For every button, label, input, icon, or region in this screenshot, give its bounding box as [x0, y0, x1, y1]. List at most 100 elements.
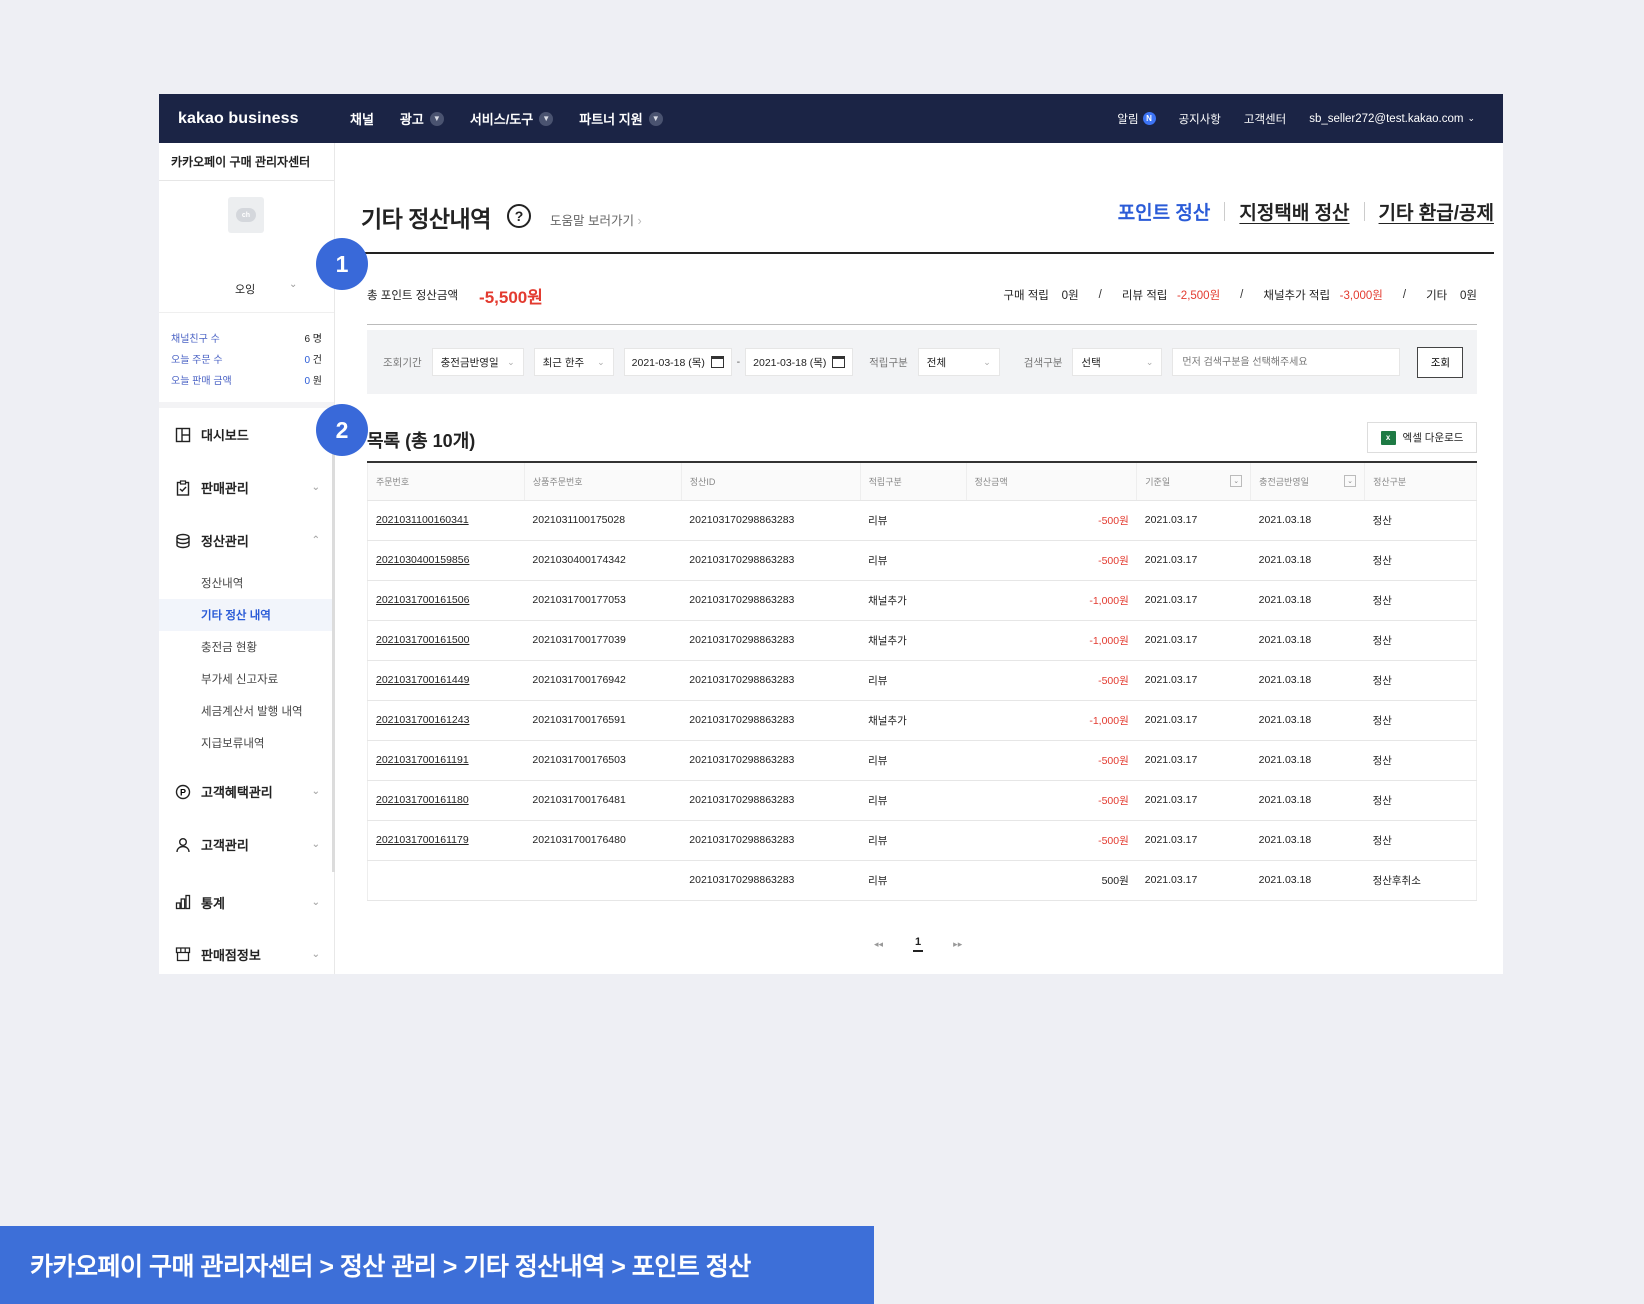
- stat-unit: 건: [312, 355, 322, 366]
- prev-page-icon[interactable]: ◂◂: [874, 939, 883, 950]
- nav-partner-support[interactable]: 파트너 지원 ▼: [579, 109, 663, 128]
- help-link[interactable]: 도움말 보러가기 ›: [550, 210, 642, 229]
- submenu-payment-hold[interactable]: 지급보류내역: [159, 727, 334, 759]
- sidebar-item-customer[interactable]: 고객관리 ⌄: [159, 818, 334, 871]
- table-row[interactable]: 2021031100160341 2021031100175028 20210317…: [367, 500, 1477, 541]
- table-row[interactable]: 2021031700161180 2021031700176481 20210317…: [367, 780, 1477, 821]
- date-value: 2021-03-18 (목): [753, 356, 827, 369]
- calendar-icon: [710, 356, 724, 368]
- period-range-select[interactable]: 최근 한주 ⌄: [533, 348, 614, 376]
- charge-date-cell: 2021.03.18: [1250, 780, 1365, 821]
- sidebar-item-label: 판매점정보: [201, 947, 261, 963]
- table-row[interactable]: 2021031700161500 2021031700177039 20210317…: [367, 620, 1477, 661]
- column-header: 정산금액: [966, 462, 1138, 501]
- notice-link[interactable]: 공지사항: [1179, 111, 1221, 127]
- sort-chevron-icon: ⌄: [1344, 475, 1357, 487]
- table-row[interactable]: 2021031700161506 2021031700177053 20210317…: [367, 580, 1477, 621]
- sidebar-scrollbar[interactable]: [332, 412, 335, 872]
- sidebar-item-stats[interactable]: 통계 ⌄: [159, 871, 334, 933]
- settlement-tabs: 포인트 정산 지정택배 정산 기타 환급/공제: [1118, 198, 1494, 225]
- account-menu[interactable]: sb_seller272@test.kakao.com ⌄: [1309, 113, 1475, 125]
- search-type-select[interactable]: 선택 ⌄: [1072, 348, 1163, 376]
- kakao-business-logo[interactable]: kakao business: [178, 110, 350, 128]
- table-row[interactable]: 2021030400159856 2021030400174342 20210317…: [367, 540, 1477, 581]
- tab-point-settlement[interactable]: 포인트 정산: [1118, 198, 1211, 225]
- type-select[interactable]: 전체 ⌄: [917, 348, 1000, 376]
- date-from-picker[interactable]: 2021-03-18 (목): [623, 348, 732, 376]
- submenu-settlement-history[interactable]: 정산내역: [159, 567, 334, 599]
- period-type-select[interactable]: 충전금반영일 ⌄: [431, 348, 524, 376]
- nav-services-tools[interactable]: 서비스/도구 ▼: [469, 109, 554, 128]
- sidebar-item-label: 고객관리: [201, 838, 249, 853]
- order-number-cell[interactable]: 2021031700161191: [367, 740, 525, 781]
- sidebar-item-label: 고객혜택관리: [201, 785, 273, 800]
- store-icon: [174, 945, 192, 963]
- next-page-icon[interactable]: ▸▸: [953, 939, 962, 950]
- order-number-cell[interactable]: 2021031700161506: [367, 580, 525, 621]
- settlement-type-cell: 정산: [1364, 500, 1477, 541]
- settlement-amount-cell: -1,000원: [966, 620, 1137, 661]
- product-order-number-cell: 2021031700177053: [524, 580, 682, 621]
- page-number[interactable]: 1: [913, 936, 924, 952]
- column-header: 정산구분: [1364, 462, 1477, 501]
- submenu-other-settlement[interactable]: 기타 정산 내역: [159, 599, 334, 631]
- settlement-amount-cell: -500원: [966, 740, 1137, 781]
- excel-icon: x: [1380, 430, 1396, 445]
- submenu-tax-invoice[interactable]: 세금계산서 발행 내역: [159, 695, 334, 727]
- order-number-cell[interactable]: 2021031700161243: [367, 700, 525, 741]
- column-header-sortable[interactable]: 충전금반영일 ⌄: [1250, 462, 1366, 501]
- product-order-number-cell: 2021031700176591: [524, 700, 682, 741]
- summary-item-value: -2,500원: [1176, 290, 1221, 302]
- title-divider: [361, 252, 1494, 254]
- sidebar-item-benefit[interactable]: P 고객혜택관리 ⌄: [159, 765, 334, 818]
- chevron-down-icon: ▼: [429, 111, 444, 126]
- date-to-picker[interactable]: 2021-03-18 (목): [745, 348, 854, 376]
- settlement-type-cell: 정산후취소: [1364, 860, 1477, 901]
- nav-channel[interactable]: 채널: [350, 109, 374, 128]
- select-value: 선택: [1081, 356, 1101, 369]
- search-input[interactable]: [1172, 348, 1401, 376]
- sidebar-item-shop[interactable]: 판매점정보 ⌄: [159, 933, 334, 975]
- submenu-charge-status[interactable]: 충전금 현황: [159, 631, 334, 663]
- table-row[interactable]: 202103170298863283 리뷰 500원 2021.03.17 2021.0…: [367, 860, 1477, 901]
- order-number-cell[interactable]: 2021031700161449: [367, 660, 525, 701]
- tab-other-refund[interactable]: 기타 환급/공제: [1379, 198, 1494, 225]
- table-row[interactable]: 2021031700161449 2021031700176942 20210317…: [367, 660, 1477, 701]
- table-row[interactable]: 2021031700161179 2021031700176480 20210317…: [367, 820, 1477, 861]
- sidebar-item-sales[interactable]: 판매관리 ⌄: [159, 461, 334, 514]
- tab-delivery-settlement[interactable]: 지정택배 정산: [1239, 198, 1349, 225]
- settlement-id-cell: 202103170298863283: [681, 540, 861, 581]
- sidebar-item-dashboard[interactable]: 대시보드: [159, 408, 334, 461]
- order-number-cell[interactable]: 2021030400159856: [367, 540, 525, 581]
- nav-ads[interactable]: 광고 ▼: [400, 109, 444, 128]
- help-question-icon[interactable]: ?: [507, 204, 531, 228]
- support-link[interactable]: 고객센터: [1244, 111, 1286, 127]
- chevron-down-icon[interactable]: ⌄: [289, 279, 297, 290]
- base-date-cell: 2021.03.17: [1136, 820, 1251, 861]
- search-button[interactable]: 조회: [1417, 346, 1464, 378]
- order-number-cell[interactable]: 2021031700161180: [367, 780, 525, 821]
- alarm-link[interactable]: 알림 N: [1117, 111, 1156, 127]
- product-order-number-cell: [524, 860, 682, 901]
- base-date-cell: 2021.03.17: [1136, 660, 1251, 701]
- submenu-vat-report[interactable]: 부가세 신고자료: [159, 663, 334, 695]
- column-header: 적립구분: [860, 462, 967, 501]
- order-number-cell[interactable]: 2021031700161179: [367, 820, 525, 861]
- product-order-number-cell: 2021031700176503: [524, 740, 682, 781]
- settlement-amount-cell: -500원: [966, 500, 1137, 541]
- accrual-type-cell: 리뷰: [860, 780, 967, 821]
- column-label: 기준일: [1145, 476, 1171, 487]
- table-row[interactable]: 2021031700161191 2021031700176503 20210317…: [367, 740, 1477, 781]
- sidebar-item-settlement[interactable]: 정산관리 ⌃: [159, 514, 334, 567]
- column-header-sortable[interactable]: 기준일 ⌄: [1136, 462, 1252, 501]
- order-number-cell[interactable]: 2021031100160341: [367, 500, 525, 541]
- summary-item-value: 0원: [1460, 290, 1477, 302]
- order-number-cell[interactable]: 2021031700161500: [367, 620, 525, 661]
- settlement-table: 주문번호 상품주문번호 정산ID 적립구분 정산금액 기준일 ⌄ 충전금반영일 ⌄ …: [367, 461, 1477, 901]
- nav-label: 서비스/도구: [469, 112, 534, 127]
- base-date-cell: 2021.03.17: [1136, 740, 1251, 781]
- channel-name[interactable]: 오잉: [235, 281, 255, 297]
- list-title: 목록 (총 10개): [367, 431, 476, 451]
- excel-download-button[interactable]: x 엑셀 다운로드: [1367, 422, 1477, 453]
- table-row[interactable]: 2021031700161243 2021031700176591 20210317…: [367, 700, 1477, 741]
